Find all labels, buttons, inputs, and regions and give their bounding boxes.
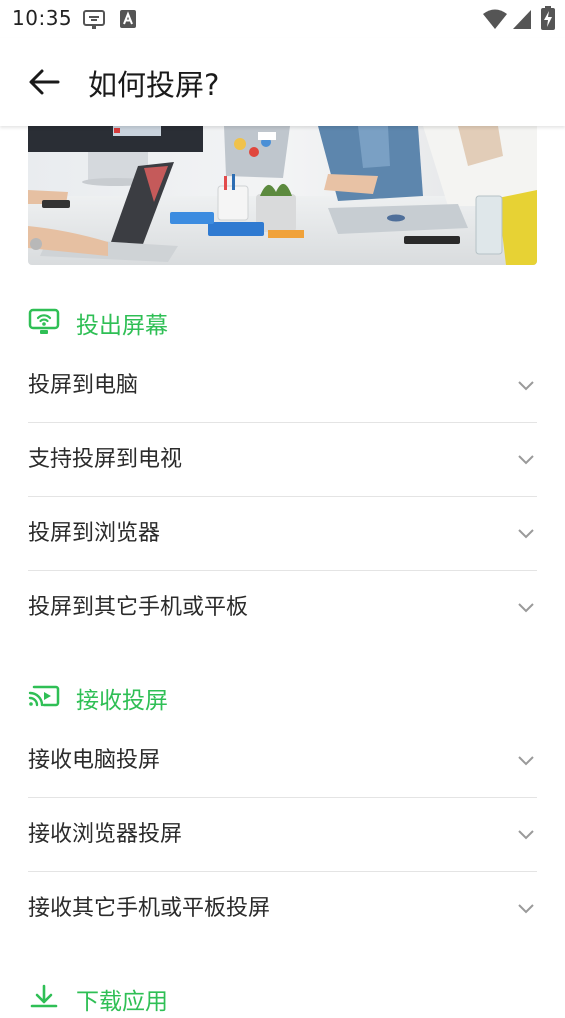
section-header-download: 下载应用 bbox=[28, 978, 537, 1018]
list-item-label: 支持投屏到电视 bbox=[28, 447, 183, 472]
chevron-down-icon bbox=[518, 455, 534, 465]
status-bar: 10:35 bbox=[0, 0, 565, 38]
section-header-cast-out: 投出屏幕 bbox=[28, 302, 537, 342]
chevron-down-icon bbox=[518, 830, 534, 840]
chevron-down-icon bbox=[518, 381, 534, 391]
list-item-label: 投屏到浏览器 bbox=[28, 521, 161, 546]
list-item-label: 投屏到其它手机或平板 bbox=[28, 595, 249, 620]
back-button[interactable] bbox=[22, 60, 66, 104]
chevron-down-icon bbox=[518, 603, 534, 613]
section-title: 投出屏幕 bbox=[76, 313, 168, 339]
list-item-cast-to-pc[interactable]: 投屏到电脑 bbox=[28, 349, 537, 422]
list-item-label: 接收电脑投屏 bbox=[28, 748, 161, 773]
list-item-cast-to-tv[interactable]: 支持投屏到电视 bbox=[28, 423, 537, 496]
chevron-down-icon bbox=[518, 756, 534, 766]
battery-charging-icon bbox=[541, 6, 555, 30]
receive-cast-icon bbox=[28, 685, 60, 707]
section-title: 接收投屏 bbox=[76, 688, 168, 714]
section-header-receive: 接收投屏 bbox=[28, 677, 537, 717]
list-item-receive-phone[interactable]: 接收其它手机或平板投屏 bbox=[28, 872, 537, 945]
list-item-receive-pc[interactable]: 接收电脑投屏 bbox=[28, 724, 537, 797]
list-item-cast-to-browser[interactable]: 投屏到浏览器 bbox=[28, 497, 537, 570]
keyboard-status-icon bbox=[120, 10, 136, 28]
list-item-receive-browser[interactable]: 接收浏览器投屏 bbox=[28, 798, 537, 871]
chevron-down-icon bbox=[518, 904, 534, 914]
signal-icon bbox=[513, 10, 531, 29]
list-item-label: 接收其它手机或平板投屏 bbox=[28, 896, 271, 921]
chevron-down-icon bbox=[518, 529, 534, 539]
list-item-cast-to-phone[interactable]: 投屏到其它手机或平板 bbox=[28, 571, 537, 644]
list-item-label: 接收浏览器投屏 bbox=[28, 822, 183, 847]
section-title: 下载应用 bbox=[76, 989, 168, 1015]
cast-screen-icon bbox=[28, 308, 60, 334]
list-item-label: 投屏到电脑 bbox=[28, 373, 139, 398]
arrow-left-icon bbox=[29, 69, 60, 95]
status-time: 10:35 bbox=[12, 6, 73, 30]
download-icon bbox=[30, 984, 58, 1008]
cast-status-icon bbox=[83, 10, 105, 29]
page-title: 如何投屏? bbox=[88, 68, 220, 102]
wifi-icon bbox=[483, 9, 507, 29]
app-bar: 如何投屏? bbox=[0, 38, 565, 126]
banner-image bbox=[28, 126, 537, 265]
